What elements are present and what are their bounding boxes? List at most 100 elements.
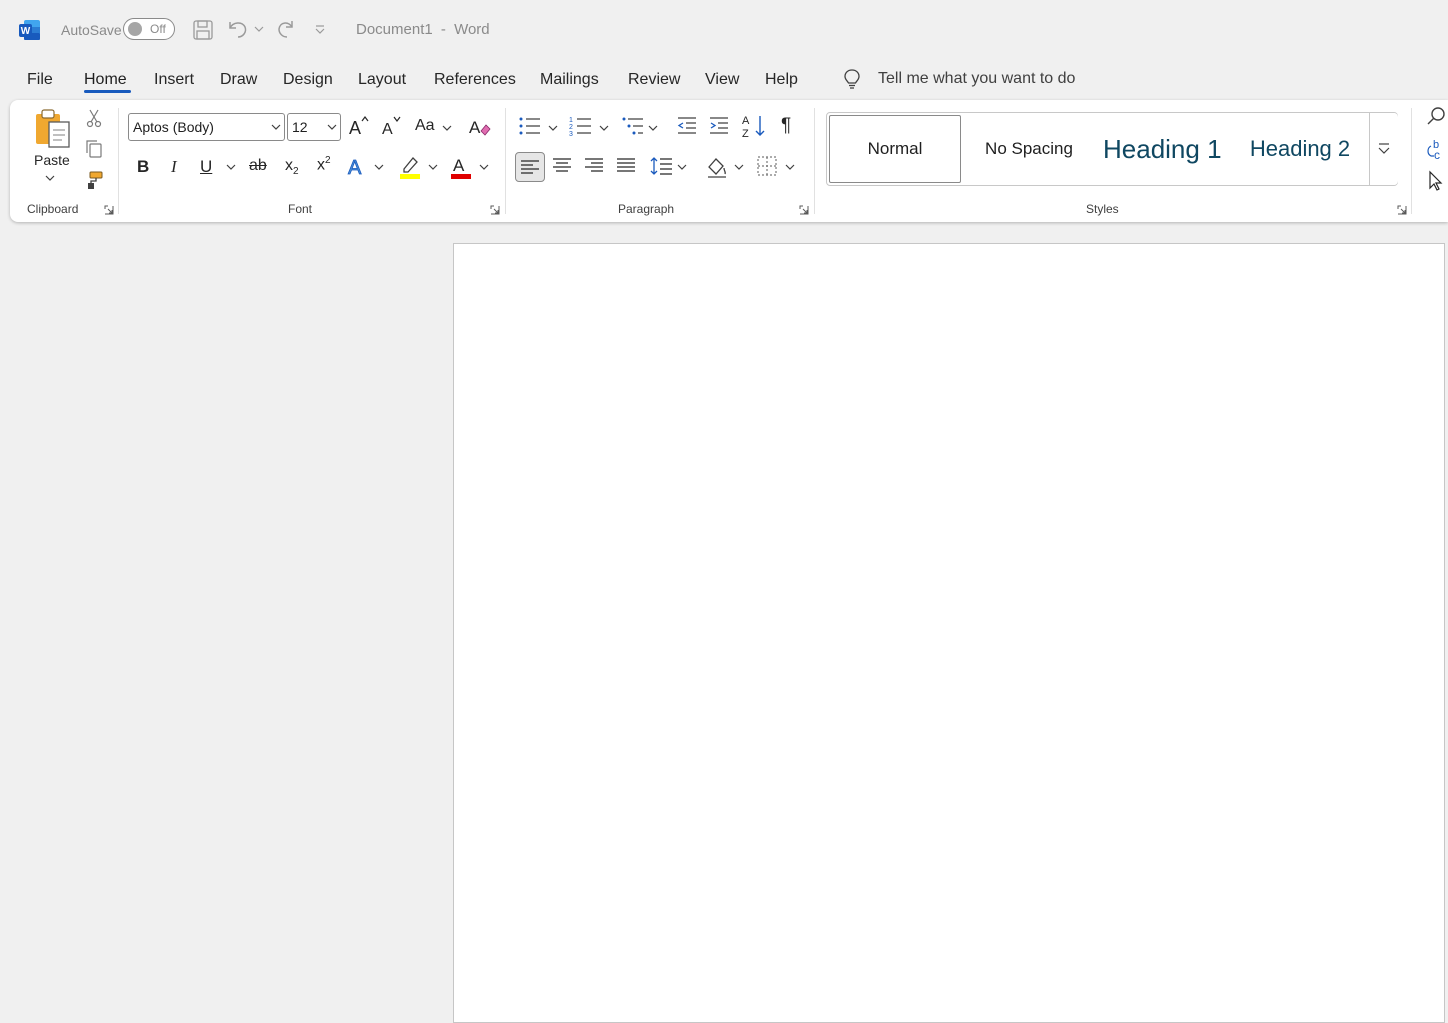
- font-color-icon[interactable]: A: [450, 154, 472, 180]
- chevron-down-icon[interactable]: [548, 124, 558, 132]
- styles-launcher-icon[interactable]: [1397, 205, 1407, 215]
- find-icon[interactable]: [1425, 106, 1447, 128]
- tab-review[interactable]: Review: [628, 70, 680, 92]
- chevron-down-icon[interactable]: [442, 124, 452, 132]
- clear-formatting-icon[interactable]: A: [468, 114, 492, 138]
- clipboard-launcher-icon[interactable]: [104, 205, 114, 215]
- chevron-down-icon[interactable]: [785, 163, 795, 171]
- change-case-button[interactable]: Aa: [415, 117, 435, 135]
- sort-icon[interactable]: A Z: [741, 113, 767, 139]
- svg-text:A: A: [742, 115, 750, 127]
- style-normal[interactable]: Normal: [829, 115, 961, 183]
- bullets-icon[interactable]: [518, 115, 542, 137]
- align-left-button[interactable]: [515, 152, 545, 182]
- app-name: Word: [454, 21, 490, 38]
- document-title: Document1: [356, 21, 433, 38]
- tab-design[interactable]: Design: [283, 70, 333, 92]
- word-logo-icon: W: [19, 19, 41, 41]
- line-spacing-icon[interactable]: [650, 155, 674, 177]
- cut-icon[interactable]: [85, 108, 103, 128]
- style-heading-1-label: Heading 1: [1103, 133, 1222, 164]
- copy-icon[interactable]: [84, 139, 104, 159]
- align-center-icon[interactable]: [551, 155, 573, 177]
- grow-font-icon[interactable]: A: [347, 114, 371, 138]
- autosave-label: AutoSave: [61, 22, 122, 38]
- tell-me-search[interactable]: Tell me what you want to do: [878, 70, 1075, 88]
- customize-qat-icon[interactable]: [314, 24, 326, 36]
- redo-icon[interactable]: [274, 18, 298, 40]
- shading-icon[interactable]: [705, 155, 729, 179]
- justify-icon[interactable]: [615, 155, 637, 177]
- paste-dropdown-icon[interactable]: [45, 174, 55, 182]
- paragraph-launcher-icon[interactable]: [799, 205, 809, 215]
- tab-help[interactable]: Help: [765, 70, 798, 92]
- style-no-spacing-label: No Spacing: [985, 139, 1073, 158]
- font-size-value: 12: [292, 119, 308, 135]
- save-icon[interactable]: [192, 19, 214, 41]
- replace-icon[interactable]: b c: [1425, 138, 1447, 162]
- decrease-indent-icon[interactable]: [676, 115, 698, 137]
- toggle-knob: [128, 22, 142, 36]
- font-group-label: Font: [288, 202, 313, 216]
- svg-text:A: A: [348, 157, 362, 178]
- tab-home[interactable]: Home: [84, 70, 127, 92]
- increase-indent-icon[interactable]: [708, 115, 730, 137]
- tab-mailings[interactable]: Mailings: [540, 70, 599, 92]
- font-color-swatch: [451, 174, 471, 179]
- paste-icon[interactable]: [32, 108, 74, 150]
- superscript-icon[interactable]: x2: [317, 155, 331, 174]
- highlight-icon[interactable]: [398, 154, 422, 180]
- tab-view[interactable]: View: [705, 70, 739, 92]
- multilevel-list-icon[interactable]: [621, 115, 645, 137]
- chevron-down-icon[interactable]: [374, 163, 384, 171]
- tab-file[interactable]: File: [27, 70, 53, 92]
- change-case-label: Aa: [415, 117, 435, 134]
- subscript-icon[interactable]: x2: [285, 157, 299, 177]
- lightbulb-icon: [843, 68, 861, 90]
- style-heading-1[interactable]: Heading 1: [1099, 113, 1225, 185]
- shrink-font-icon[interactable]: A: [380, 114, 404, 138]
- chevron-down-icon[interactable]: [734, 163, 744, 171]
- tab-insert[interactable]: Insert: [154, 70, 194, 92]
- show-formatting-marks-icon[interactable]: ¶: [781, 115, 791, 137]
- text-effects-icon[interactable]: A: [347, 154, 369, 178]
- select-cursor-icon[interactable]: [1428, 170, 1444, 192]
- borders-icon[interactable]: [756, 155, 778, 177]
- font-launcher-icon[interactable]: [490, 205, 500, 215]
- font-family-value: Aptos (Body): [133, 119, 214, 135]
- font-family-select[interactable]: Aptos (Body): [128, 113, 285, 141]
- tab-draw[interactable]: Draw: [220, 70, 257, 92]
- tab-layout[interactable]: Layout: [358, 70, 406, 92]
- bold-icon[interactable]: B: [137, 157, 151, 177]
- chevron-down-icon[interactable]: [428, 163, 438, 171]
- style-no-spacing[interactable]: No Spacing: [967, 113, 1091, 185]
- document-page[interactable]: [453, 243, 1445, 1023]
- window-title: Document1 - Word: [356, 21, 490, 38]
- chevron-down-icon[interactable]: [226, 163, 236, 171]
- styles-more-button[interactable]: [1369, 113, 1398, 185]
- underline-icon[interactable]: U: [200, 157, 212, 177]
- svg-text:A: A: [469, 118, 481, 137]
- chevron-down-icon[interactable]: [479, 163, 489, 171]
- tab-references[interactable]: References: [434, 70, 516, 92]
- undo-icon[interactable]: [226, 18, 250, 40]
- format-painter-icon[interactable]: [84, 170, 104, 190]
- autosave-state: Off: [150, 22, 166, 36]
- undo-dropdown-icon[interactable]: [254, 25, 264, 33]
- chevron-down-icon[interactable]: [677, 163, 687, 171]
- highlight-color-swatch: [400, 174, 420, 179]
- active-tab-indicator: [84, 90, 131, 93]
- style-heading-2[interactable]: Heading 2: [1233, 113, 1367, 185]
- paste-label[interactable]: Paste: [34, 152, 70, 168]
- font-size-select[interactable]: 12: [287, 113, 341, 141]
- svg-text:1: 1: [569, 117, 573, 124]
- style-heading-2-label: Heading 2: [1249, 136, 1351, 161]
- group-separator: [1411, 108, 1412, 214]
- italic-icon[interactable]: I: [171, 157, 177, 177]
- autosave-toggle[interactable]: Off: [123, 18, 175, 40]
- chevron-down-icon[interactable]: [648, 124, 658, 132]
- strikethrough-icon[interactable]: ab: [249, 157, 267, 175]
- numbering-icon[interactable]: 1 2 3: [569, 115, 593, 137]
- chevron-down-icon[interactable]: [599, 124, 609, 132]
- align-right-icon[interactable]: [583, 155, 605, 177]
